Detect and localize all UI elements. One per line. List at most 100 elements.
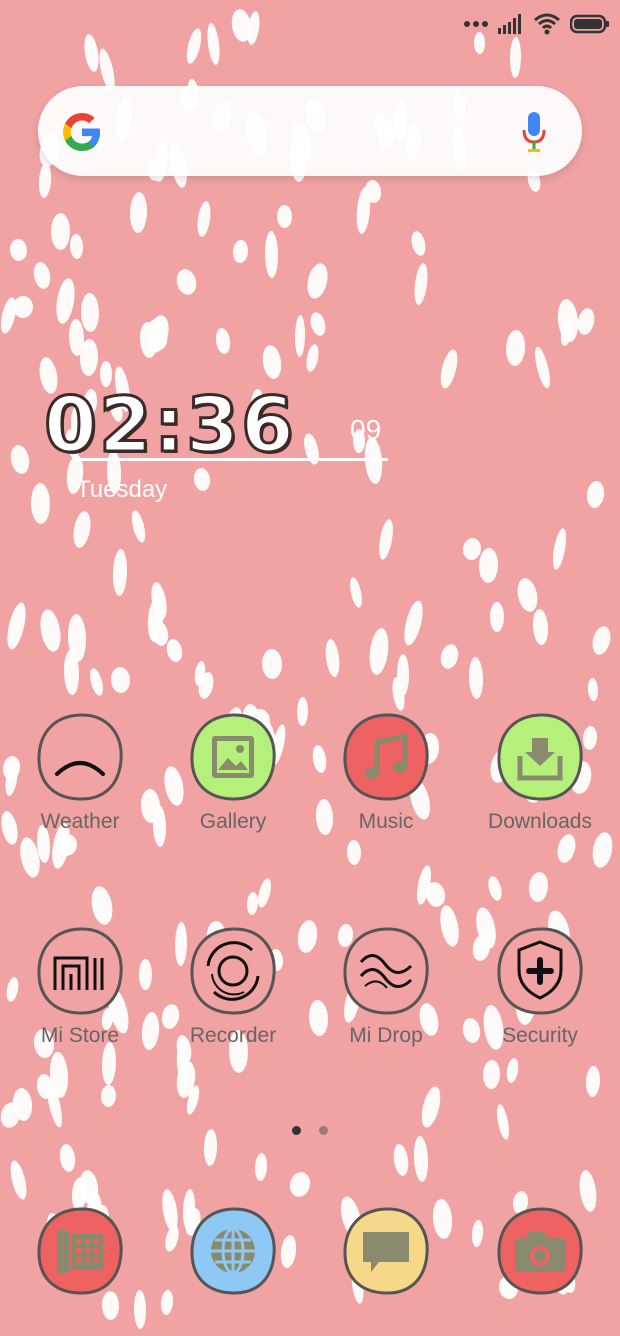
wallpaper-speckle (438, 642, 461, 671)
page-indicator[interactable] (292, 1126, 328, 1135)
dock-browser[interactable] (168, 1206, 298, 1296)
page-dot-active[interactable] (292, 1126, 301, 1135)
wallpaper-speckle (264, 230, 279, 279)
wallpaper-speckle (412, 1135, 430, 1183)
app-recorder[interactable]: Recorder (168, 926, 298, 1048)
wallpaper-speckle (575, 306, 597, 337)
wallpaper-speckle (494, 1103, 512, 1141)
wallpaper-speckle (585, 1065, 601, 1098)
mi-drop-icon (341, 926, 431, 1016)
wallpaper-speckle (164, 637, 185, 664)
app-music[interactable]: Music (321, 712, 451, 834)
recorder-icon (188, 926, 278, 1016)
wallpaper-speckle (255, 877, 274, 909)
app-weather[interactable]: Weather (15, 712, 145, 834)
google-logo-icon (63, 113, 100, 151)
app-mi-store[interactable]: Mi Store (15, 926, 145, 1048)
wallpaper-speckle (173, 266, 200, 298)
app-label: Weather (40, 810, 120, 833)
clock-day: Tuesday (76, 476, 168, 503)
browser-icon (188, 1206, 278, 1296)
wallpaper-speckle (308, 310, 328, 338)
wallpaper-speckle (246, 891, 259, 916)
status-bar (464, 10, 610, 38)
wallpaper-speckle (478, 547, 499, 584)
wallpaper-speckle (205, 22, 222, 66)
wallpaper-speckle (152, 804, 167, 848)
wallpaper-speckle (51, 213, 70, 250)
wifi-icon (534, 13, 560, 35)
wallpaper-speckle (367, 627, 391, 676)
wallpaper-speckle (232, 239, 249, 264)
wallpaper-speckle (287, 1169, 313, 1200)
wallpaper-speckle (412, 262, 430, 306)
clock-divider (76, 458, 388, 461)
wallpaper-speckle (261, 648, 283, 680)
app-mi-drop[interactable]: Mi Drop (321, 926, 451, 1048)
gallery-icon (188, 712, 278, 802)
wallpaper-speckle (346, 839, 362, 866)
app-label: Music (358, 810, 414, 833)
wallpaper-speckle (482, 1059, 501, 1090)
app-label: Recorder (189, 1024, 277, 1047)
wallpaper-speckle (391, 1143, 411, 1177)
wallpaper-speckle (418, 1084, 444, 1130)
downloads-icon (495, 712, 585, 802)
app-label: Mi Store (40, 1024, 120, 1047)
wallpaper-speckle (70, 509, 94, 550)
weather-icon (35, 712, 125, 802)
wallpaper-speckle (214, 327, 232, 355)
app-label: Security (502, 1024, 578, 1047)
wallpaper-speckle (110, 666, 131, 694)
dock-camera[interactable] (475, 1206, 605, 1296)
wallpaper-speckle (323, 638, 342, 678)
wallpaper-speckle (37, 607, 64, 654)
app-label: Gallery (199, 810, 267, 833)
wallpaper-speckle (505, 1057, 520, 1084)
google-search-bar[interactable] (38, 86, 582, 176)
dock-messaging[interactable] (321, 1206, 451, 1296)
wallpaper-speckle (505, 329, 526, 367)
wallpaper-speckle (397, 654, 409, 696)
clock-widget[interactable]: 02:36 09 Tuesday (43, 379, 404, 510)
mic-icon[interactable] (520, 110, 548, 152)
wallpaper-speckle (31, 260, 53, 291)
wallpaper-speckle (203, 1128, 218, 1167)
wallpaper-speckle (80, 292, 100, 333)
clock-seconds: 09 (350, 414, 382, 445)
wallpaper (0, 0, 620, 1336)
wallpaper-speckle (69, 233, 84, 260)
app-gallery[interactable]: Gallery (168, 712, 298, 834)
camera-icon (495, 1206, 585, 1296)
wallpaper-speckle (183, 27, 205, 65)
wallpaper-speckle (294, 314, 306, 358)
wallpaper-speckle (8, 238, 29, 262)
wallpaper-speckle (8, 443, 32, 476)
wallpaper-speckle (585, 480, 606, 509)
wallpaper-speckle (112, 548, 128, 597)
messaging-icon (341, 1206, 431, 1296)
wallpaper-speckle (304, 343, 321, 373)
app-security[interactable]: Security (475, 926, 605, 1048)
app-downloads[interactable]: Downloads (475, 712, 605, 834)
wallpaper-speckle (129, 191, 148, 234)
wallpaper-speckle (550, 527, 569, 571)
wallpaper-speckle (485, 874, 505, 903)
wallpaper-speckle (7, 1159, 30, 1201)
dock-phone[interactable] (15, 1206, 145, 1296)
wallpaper-speckle (509, 36, 522, 79)
wallpaper-speckle (295, 918, 320, 955)
wallpaper-speckle (347, 576, 365, 609)
wallpaper-speckle (531, 345, 554, 390)
wallpaper-speckle (490, 602, 504, 632)
wallpaper-speckle (587, 677, 599, 702)
signal-icon (498, 14, 521, 34)
wallpaper-speckle (276, 204, 293, 229)
wallpaper-speckle (79, 338, 99, 377)
page-dot[interactable] (319, 1126, 328, 1135)
wallpaper-speckle (296, 696, 309, 727)
wallpaper-speckle (376, 518, 396, 561)
wallpaper-speckle (129, 509, 148, 544)
wallpaper-speckle (590, 830, 615, 870)
wallpaper-speckle (468, 656, 484, 700)
